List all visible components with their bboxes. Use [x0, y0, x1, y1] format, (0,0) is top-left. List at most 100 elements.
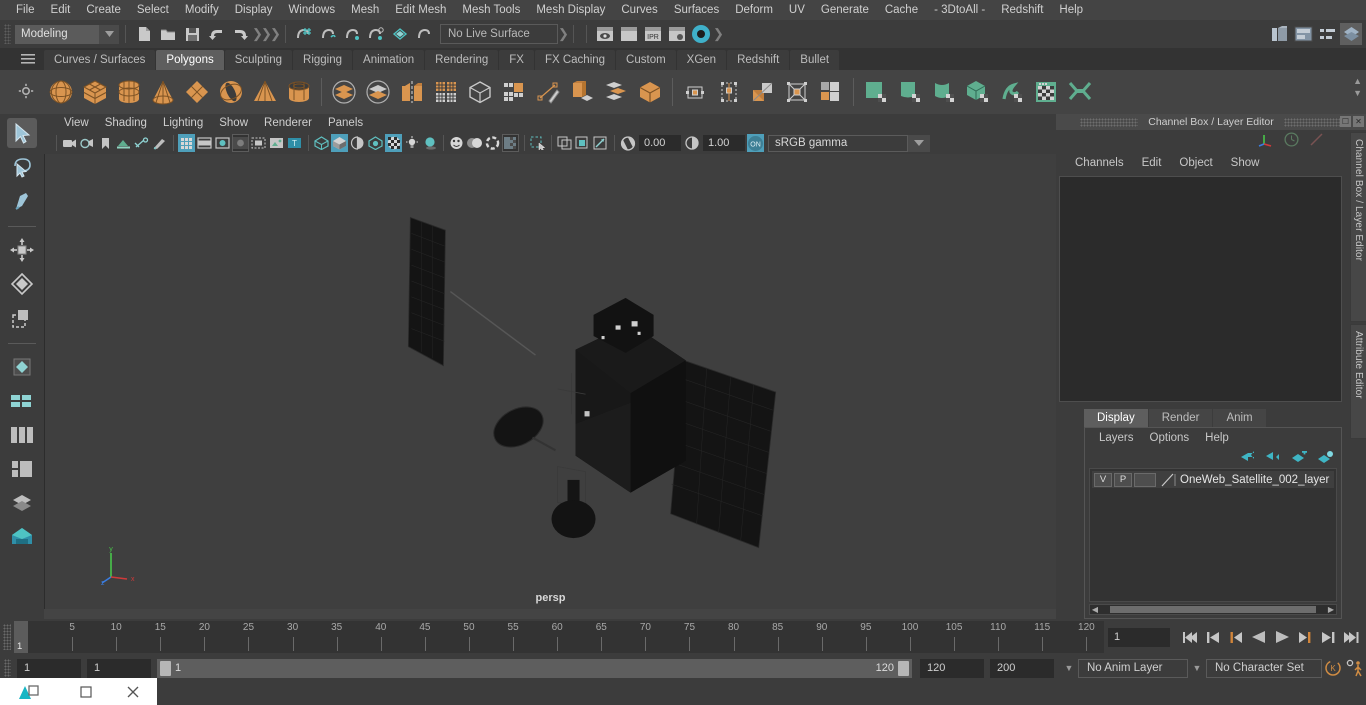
shelf-scroll-down-icon[interactable]: ▼: [1353, 88, 1362, 98]
current-time-indicator[interactable]: 1: [14, 621, 28, 653]
shelf-poly-quad-draw-icon[interactable]: [746, 74, 780, 110]
shadows-icon[interactable]: [421, 134, 438, 152]
show-hide-modeling-toolkit-icon[interactable]: [1340, 23, 1362, 45]
scroll-right-icon[interactable]: ▶: [1326, 605, 1336, 614]
safe-title-icon[interactable]: T: [286, 134, 303, 152]
range-end-handle[interactable]: [898, 660, 909, 676]
two-d-pan-zoom-icon[interactable]: [133, 134, 150, 152]
shelf-poly-append-icon[interactable]: [678, 74, 712, 110]
menu-cache[interactable]: Cache: [877, 0, 926, 20]
shelf-poly-plane-icon[interactable]: [180, 74, 214, 110]
character-set-dropdown-arrow[interactable]: ▼: [1188, 663, 1206, 673]
shelf-poly-reduce-icon[interactable]: [497, 74, 531, 110]
playback-start-time-field[interactable]: 1: [87, 658, 151, 678]
camera-attributes-icon[interactable]: [79, 134, 96, 152]
gate-mask-icon[interactable]: [232, 134, 249, 152]
new-layer-icon[interactable]: [1291, 448, 1307, 466]
step-forward-frame-icon[interactable]: [1317, 627, 1339, 647]
snap-to-grid-icon[interactable]: [293, 23, 315, 45]
color-profile-field[interactable]: sRGB gamma: [768, 134, 908, 152]
menu-edit-mesh[interactable]: Edit Mesh: [387, 0, 454, 20]
redo-icon[interactable]: [229, 23, 251, 45]
color-profile-dropdown-arrow[interactable]: [908, 134, 930, 152]
ipr-render-icon[interactable]: IPR: [642, 23, 664, 45]
axis-gizmo-icon[interactable]: [1258, 132, 1274, 150]
move-tool[interactable]: [7, 235, 37, 265]
lasso-select-tool[interactable]: [7, 152, 37, 182]
shelf-options-gear-icon[interactable]: [18, 83, 36, 101]
shelf-scroll-arrows[interactable]: ▲ ▼: [1353, 76, 1362, 98]
channel-box-list[interactable]: [1059, 176, 1342, 402]
menu-help[interactable]: Help: [1051, 0, 1091, 20]
shelf-tab-rigging[interactable]: Rigging: [293, 50, 353, 70]
status-line-grip[interactable]: [4, 24, 11, 44]
open-scene-icon[interactable]: [157, 23, 179, 45]
play-backwards-icon[interactable]: [1248, 627, 1270, 647]
menu-generate[interactable]: Generate: [813, 0, 877, 20]
menu-modify[interactable]: Modify: [177, 0, 227, 20]
scroll-left-icon[interactable]: ◀: [1090, 605, 1100, 614]
render-settings-icon[interactable]: [666, 23, 688, 45]
menu-set-selector[interactable]: Modeling: [15, 24, 99, 44]
viewport-menu-renderer[interactable]: Renderer: [256, 117, 320, 129]
menu-uv[interactable]: UV: [781, 0, 813, 20]
selection-mask-arrow-2[interactable]: ❯: [261, 26, 272, 42]
anim-layer-dropdown-arrow[interactable]: ▼: [1060, 663, 1078, 673]
move-layer-down-icon[interactable]: [1266, 451, 1281, 465]
viewport-menu-view[interactable]: View: [56, 117, 97, 129]
safe-action-icon[interactable]: [268, 134, 285, 152]
persp-graph-layout[interactable]: [7, 454, 37, 484]
grease-pencil-icon[interactable]: [151, 134, 168, 152]
channel-box-menu-show[interactable]: Show: [1222, 157, 1269, 169]
layer-visibility-toggle[interactable]: V: [1094, 472, 1112, 487]
shelf-tab-bullet[interactable]: Bullet: [790, 50, 840, 70]
side-tab-channel-box[interactable]: Channel Box / Layer Editor: [1350, 132, 1366, 322]
xray-icon[interactable]: [556, 134, 573, 152]
shelf-uv-layout-icon[interactable]: [1063, 74, 1097, 110]
shelf-poly-bevel-icon[interactable]: [599, 74, 633, 110]
shelf-poly-boolean-icon[interactable]: [395, 74, 429, 110]
select-tool[interactable]: [7, 118, 37, 148]
motion-blur-icon[interactable]: [466, 134, 483, 152]
close-icon[interactable]: ✕: [1353, 116, 1364, 127]
layer-list[interactable]: V P OneWeb_Satellite_002_layer: [1089, 468, 1337, 602]
anim-layer-field[interactable]: No Anim Layer: [1078, 658, 1188, 678]
layer-list-horizontal-scrollbar[interactable]: ◀ ▶: [1089, 604, 1337, 615]
menu-display[interactable]: Display: [227, 0, 281, 20]
menu-set-dropdown-arrow[interactable]: [99, 24, 119, 44]
layer-menu-help[interactable]: Help: [1197, 432, 1237, 444]
perspective-viewport[interactable]: persp y x z: [44, 154, 1056, 609]
shelf-tab-fx[interactable]: FX: [499, 50, 534, 70]
shelf-poly-sphere-icon[interactable]: [44, 74, 78, 110]
layer-menu-options[interactable]: Options: [1142, 432, 1198, 444]
layer-name[interactable]: OneWeb_Satellite_002_layer: [1180, 474, 1329, 486]
xray-joints-icon[interactable]: [574, 134, 591, 152]
shelf-tab-curves-surfaces[interactable]: Curves / Surfaces: [44, 50, 156, 70]
shelf-poly-target-weld-icon[interactable]: [814, 74, 848, 110]
shaded-wireframe-icon[interactable]: [349, 134, 366, 152]
exposure-icon[interactable]: [619, 134, 636, 152]
shelf-poly-torus-icon[interactable]: [214, 74, 248, 110]
rotate-tool[interactable]: [7, 269, 37, 299]
shelf-tab-xgen[interactable]: XGen: [676, 50, 727, 70]
slash-icon[interactable]: [1309, 132, 1324, 150]
shelf-tab-fx-caching[interactable]: FX Caching: [534, 50, 616, 70]
shelf-uv-spherical-icon[interactable]: [927, 74, 961, 110]
shelf-poly-separate-icon[interactable]: [361, 74, 395, 110]
live-surface-field[interactable]: No Live Surface: [440, 24, 558, 44]
four-view-layout[interactable]: [7, 522, 37, 552]
smooth-shade-icon[interactable]: [331, 134, 348, 152]
close-window-icon[interactable]: [109, 678, 157, 705]
shelf-uv-automatic-icon[interactable]: [961, 74, 995, 110]
go-to-end-icon[interactable]: [1340, 627, 1362, 647]
xray-active-components-icon[interactable]: [592, 134, 609, 152]
shelf-poly-smooth-icon[interactable]: [429, 74, 463, 110]
shelf-tab-redshift[interactable]: Redshift: [727, 50, 790, 70]
snap-to-projected-center-icon[interactable]: [365, 23, 387, 45]
bookmark-icon[interactable]: [97, 134, 114, 152]
new-scene-icon[interactable]: [133, 23, 155, 45]
gamma-icon[interactable]: [683, 134, 700, 152]
viewport-horizontal-scrollbar[interactable]: [44, 609, 1056, 619]
menu-deform[interactable]: Deform: [727, 0, 781, 20]
field-chart-icon[interactable]: [250, 134, 267, 152]
